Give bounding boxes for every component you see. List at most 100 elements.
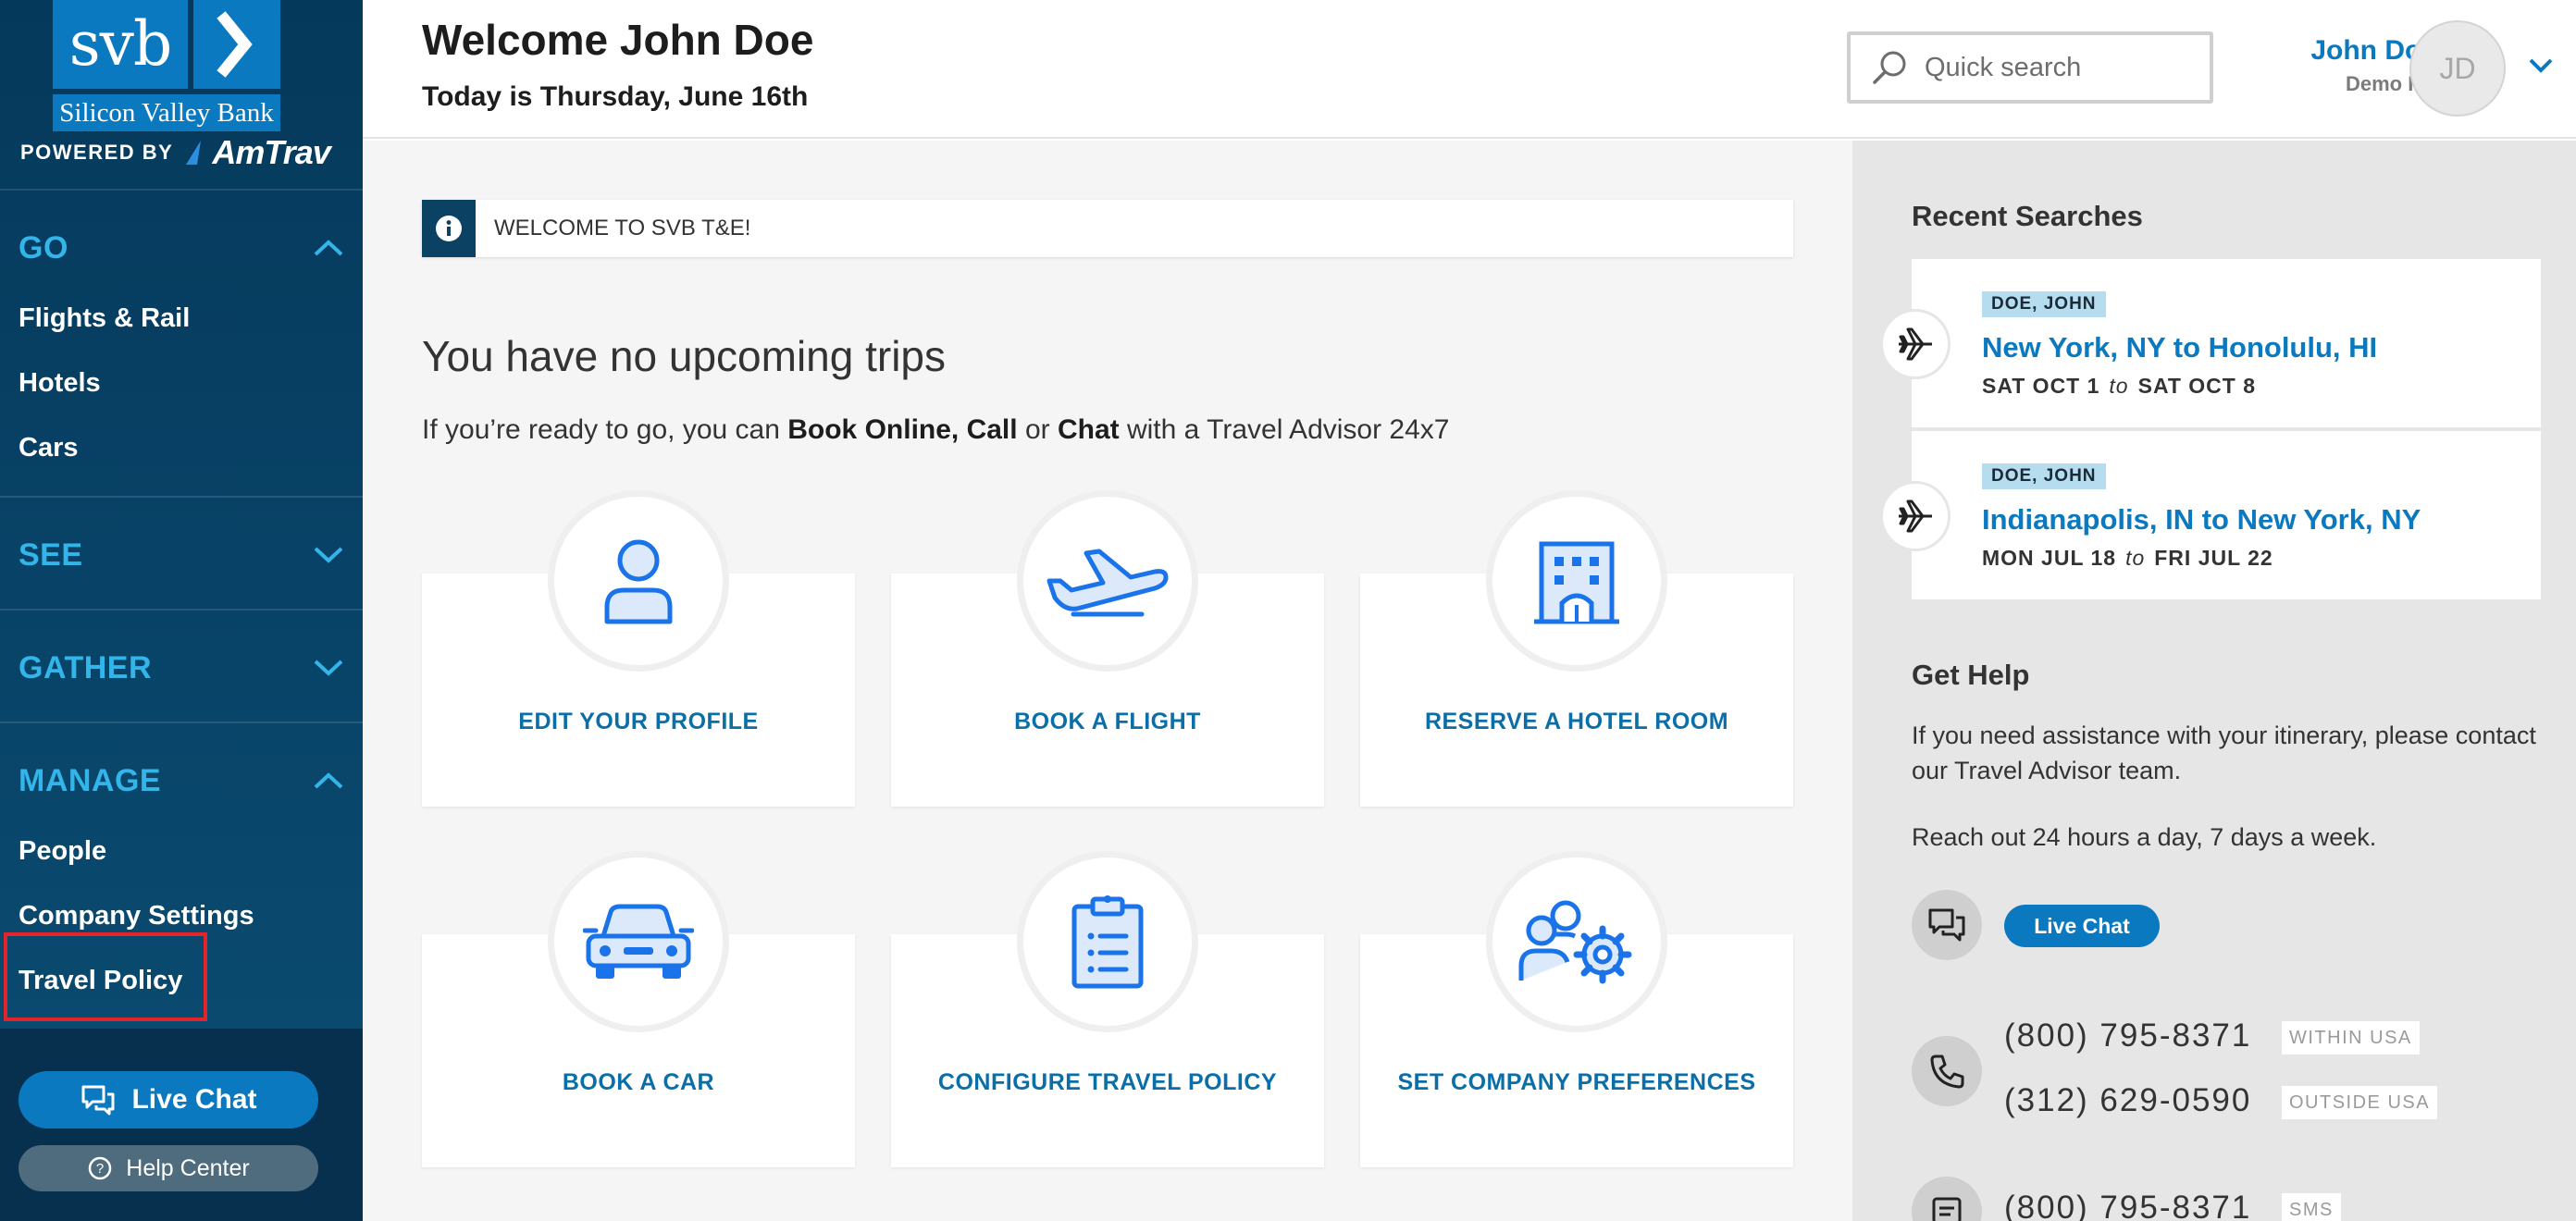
help-center-label: Help Center: [126, 1154, 250, 1181]
search-dates: SAT OCT 1 to SAT OCT 8: [1982, 374, 2256, 399]
user-icon: [548, 490, 729, 672]
divider: [0, 189, 363, 191]
help-text: If you need assistance with your itinera…: [1912, 722, 2536, 784]
traveler-tag: DOE, JOHN: [1982, 291, 2106, 317]
powered-by: POWERED BY AmTrav: [20, 133, 331, 171]
ready-bold-1: Book Online, Call: [787, 414, 1018, 445]
recent-searches-title: Recent Searches: [1912, 200, 2143, 232]
header: Welcome John Doe Today is Thursday, June…: [363, 0, 2576, 139]
avatar[interactable]: JD: [2409, 20, 2506, 117]
phone-tag: SMS: [2282, 1193, 2341, 1221]
amtrav-mark-icon: [186, 141, 202, 165]
traveler-tag: DOE, JOHN: [1982, 463, 2106, 489]
search-route[interactable]: New York, NY to Honolulu, HI: [1982, 331, 2377, 364]
search-input[interactable]: [1925, 52, 2202, 83]
chevron-up-icon: [314, 240, 343, 256]
question-circle-icon: ?: [89, 1156, 112, 1180]
tile-label: EDIT YOUR PROFILE: [518, 709, 759, 734]
sms-icon: [1912, 1177, 1982, 1221]
divider: [0, 609, 363, 610]
ready-bold-2: Chat: [1057, 414, 1120, 445]
phone-tag: OUTSIDE USA: [2282, 1086, 2438, 1119]
phone-number[interactable]: (312) 629-0590: [2004, 1082, 2251, 1119]
get-help-title: Get Help: [1912, 659, 2030, 691]
car-icon: [548, 851, 729, 1032]
hotel-icon: [1486, 490, 1667, 672]
live-chat-button[interactable]: Live Chat: [2004, 905, 2160, 947]
reach-out-text: Reach out 24 hours a day, 7 days a week.: [1912, 823, 2377, 851]
recent-search-card[interactable]: DOE, JOHN New York, NY to Honolulu, HI S…: [1912, 259, 2541, 427]
tile-label: RESERVE A HOTEL ROOM: [1424, 709, 1729, 734]
sidebar: svb Silicon Valley Bank POWERED BY AmTra…: [0, 0, 363, 1221]
section-title: GO: [19, 229, 68, 265]
svg-text:?: ?: [96, 1161, 104, 1177]
section-see[interactable]: SEE: [19, 527, 344, 583]
to-word: to: [2109, 374, 2129, 398]
section-manage[interactable]: MANAGE: [19, 753, 344, 808]
chevron-up-icon: [314, 772, 343, 789]
phone-tag: WITHIN USA: [2282, 1021, 2420, 1054]
right-panel: Recent Searches DOE, JOHN New York, NY t…: [1852, 141, 2576, 1221]
phone-icon: [1912, 1036, 1982, 1106]
to-date: FRI JUL 22: [2154, 546, 2273, 570]
from-date: SAT OCT 1: [1982, 374, 2100, 398]
sidebar-item-cars[interactable]: Cars: [19, 433, 79, 463]
welcome-notice: WELCOME TO SVB T&E!: [422, 200, 1793, 257]
clipboard-icon: [1017, 851, 1198, 1032]
powered-by-brand: AmTrav: [212, 133, 330, 171]
chat-bubbles-icon: [1912, 890, 1982, 960]
live-chat-label: Live Chat: [131, 1084, 257, 1115]
tile-label: BOOK A FLIGHT: [1014, 709, 1201, 734]
tile-label: BOOK A CAR: [562, 1069, 715, 1095]
logo-bank-name: Silicon Valley Bank: [53, 94, 280, 131]
airplane-icon: [1880, 481, 1951, 551]
notice-text: WELCOME TO SVB T&E!: [494, 216, 751, 240]
logo-chevron-icon: [193, 0, 280, 89]
section-gather[interactable]: GATHER: [19, 640, 344, 696]
recent-search-card[interactable]: DOE, JOHN Indianapolis, IN to New York, …: [1912, 431, 2541, 599]
ready-suffix: with a Travel Advisor 24x7: [1119, 414, 1450, 445]
chevron-down-icon: [314, 660, 343, 676]
chevron-down-icon: [314, 547, 343, 563]
users-gear-icon: [1486, 851, 1667, 1032]
quick-search[interactable]: [1847, 31, 2213, 104]
today-date: Today is Thursday, June 16th: [422, 81, 809, 112]
info-icon: [422, 200, 476, 257]
section-go[interactable]: GO: [19, 220, 344, 276]
search-icon: [1873, 51, 1906, 84]
section-title: SEE: [19, 536, 83, 573]
ready-mid: or: [1017, 414, 1058, 445]
sidebar-item-company-settings[interactable]: Company Settings: [19, 901, 254, 931]
travel-policy-highlight: [4, 932, 207, 1021]
tile-label: CONFIGURE TRAVEL POLICY: [937, 1069, 1278, 1095]
phone-number[interactable]: (800) 795-8371: [2004, 1018, 2251, 1054]
airplane-icon: [1017, 490, 1198, 672]
section-title: GATHER: [19, 649, 153, 685]
search-dates: MON JUL 18 to FRI JUL 22: [1982, 546, 2273, 571]
help-center-button[interactable]: ? Help Center: [19, 1145, 318, 1191]
svb-logo[interactable]: svb Silicon Valley Bank: [53, 0, 280, 131]
ready-text: If you’re ready to go, you can Book Onli…: [422, 414, 1449, 446]
sidebar-item-flights-rail[interactable]: Flights & Rail: [19, 303, 190, 334]
to-word: to: [2125, 546, 2146, 570]
search-route[interactable]: Indianapolis, IN to New York, NY: [1982, 503, 2421, 536]
no-trips-heading: You have no upcoming trips: [422, 332, 947, 380]
page-title: Welcome John Doe: [422, 16, 814, 64]
section-title: MANAGE: [19, 762, 162, 798]
airplane-icon: [1880, 309, 1951, 379]
ready-prefix: If you’re ready to go, you can: [422, 414, 788, 445]
chevron-down-icon[interactable]: [2528, 57, 2554, 74]
sidebar-item-hotels[interactable]: Hotels: [19, 368, 101, 399]
sidebar-item-people[interactable]: People: [19, 836, 106, 867]
divider: [0, 722, 363, 723]
live-chat-button[interactable]: Live Chat: [19, 1071, 318, 1128]
to-date: SAT OCT 8: [2137, 374, 2257, 398]
logo-mark: svb: [53, 0, 188, 89]
powered-by-label: POWERED BY: [20, 141, 174, 164]
from-date: MON JUL 18: [1982, 546, 2117, 570]
phone-number[interactable]: (800) 795-8371: [2004, 1190, 2251, 1221]
chat-bubbles-icon: [81, 1085, 115, 1116]
tile-label: SET COMPANY PREFERENCES: [1397, 1069, 1756, 1095]
divider: [0, 496, 363, 498]
main-content: WELCOME TO SVB T&E! You have no upcoming…: [363, 141, 1852, 1221]
